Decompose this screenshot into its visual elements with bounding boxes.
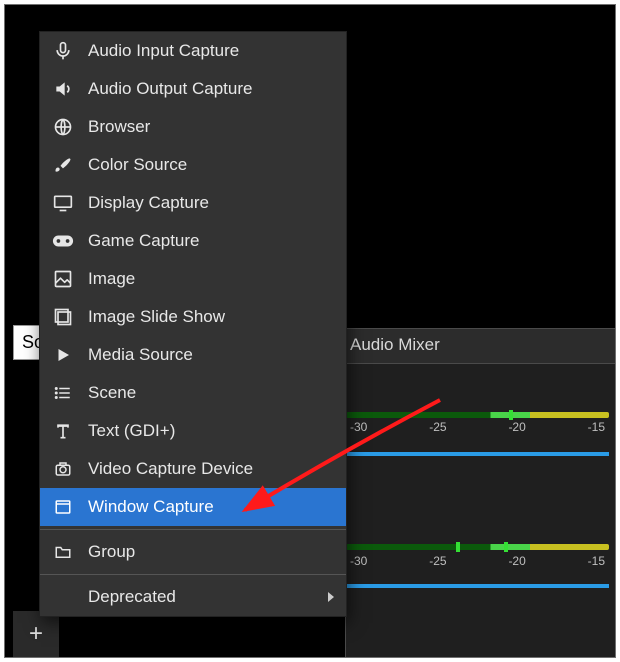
menu-item-label: Window Capture <box>88 497 334 517</box>
tick-label: -20 <box>508 420 525 434</box>
list-icon <box>50 382 76 404</box>
chevron-right-icon <box>328 592 334 602</box>
audio-meter-ticks: -30 -25 -20 -15 <box>346 420 609 434</box>
menu-item-group[interactable]: Group <box>40 533 346 571</box>
audio-meter <box>346 544 609 550</box>
speaker-icon <box>50 78 76 100</box>
brush-icon <box>50 154 76 176</box>
gamepad-icon <box>50 230 76 252</box>
folder-icon <box>50 541 76 563</box>
menu-item-label: Video Capture Device <box>88 459 334 479</box>
menu-item-label: Color Source <box>88 155 334 175</box>
menu-item-label: Group <box>88 542 334 562</box>
menu-item-color-source[interactable]: Color Source <box>40 146 346 184</box>
menu-separator <box>40 529 346 530</box>
tick-label: -25 <box>429 420 446 434</box>
tick-label: -15 <box>588 554 605 568</box>
audio-mixer-title: Audio Mixer <box>346 329 615 364</box>
menu-item-label: Audio Input Capture <box>88 41 334 61</box>
blank-icon <box>50 586 76 608</box>
menu-item-image[interactable]: Image <box>40 260 346 298</box>
menu-item-scene[interactable]: Scene <box>40 374 346 412</box>
tick-label: -30 <box>350 420 367 434</box>
menu-item-label: Browser <box>88 117 334 137</box>
slideshow-icon <box>50 306 76 328</box>
menu-item-label: Image <box>88 269 334 289</box>
volume-slider[interactable] <box>346 584 609 588</box>
menu-item-label: Game Capture <box>88 231 334 251</box>
menu-item-browser[interactable]: Browser <box>40 108 346 146</box>
tick-label: -25 <box>429 554 446 568</box>
app-frame: So + Audio Mixer -30 -25 -20 -15 -30 -25… <box>4 4 616 658</box>
menu-item-image-slide-show[interactable]: Image Slide Show <box>40 298 346 336</box>
tick-label: -20 <box>508 554 525 568</box>
menu-item-display-capture[interactable]: Display Capture <box>40 184 346 222</box>
image-icon <box>50 268 76 290</box>
audio-mixer-panel: Audio Mixer -30 -25 -20 -15 -30 -25 -20 … <box>345 328 615 657</box>
globe-icon <box>50 116 76 138</box>
menu-item-game-capture[interactable]: Game Capture <box>40 222 346 260</box>
add-source-button[interactable]: + <box>13 611 59 657</box>
menu-item-audio-output-capture[interactable]: Audio Output Capture <box>40 70 346 108</box>
tick-label: -30 <box>350 554 367 568</box>
menu-item-label: Text (GDI+) <box>88 421 334 441</box>
tick-label: -15 <box>588 420 605 434</box>
camera-icon <box>50 458 76 480</box>
menu-separator <box>40 574 346 575</box>
menu-item-deprecated[interactable]: Deprecated <box>40 578 346 616</box>
mic-icon <box>50 40 76 62</box>
volume-slider[interactable] <box>346 452 609 456</box>
menu-item-media-source[interactable]: Media Source <box>40 336 346 374</box>
menu-item-audio-input-capture[interactable]: Audio Input Capture <box>40 32 346 70</box>
menu-item-window-capture[interactable]: Window Capture <box>40 488 346 526</box>
text-icon <box>50 420 76 442</box>
play-icon <box>50 344 76 366</box>
audio-meter <box>346 412 609 418</box>
menu-item-video-capture-device[interactable]: Video Capture Device <box>40 450 346 488</box>
audio-meter-ticks: -30 -25 -20 -15 <box>346 554 609 568</box>
window-icon <box>50 496 76 518</box>
menu-item-label: Scene <box>88 383 334 403</box>
menu-item-label: Display Capture <box>88 193 334 213</box>
add-source-menu: Audio Input Capture Audio Output Capture… <box>39 31 347 617</box>
menu-item-label: Media Source <box>88 345 334 365</box>
monitor-icon <box>50 192 76 214</box>
menu-item-label: Image Slide Show <box>88 307 334 327</box>
menu-item-label: Deprecated <box>88 587 328 607</box>
menu-item-label: Audio Output Capture <box>88 79 334 99</box>
menu-item-text-gdi[interactable]: Text (GDI+) <box>40 412 346 450</box>
